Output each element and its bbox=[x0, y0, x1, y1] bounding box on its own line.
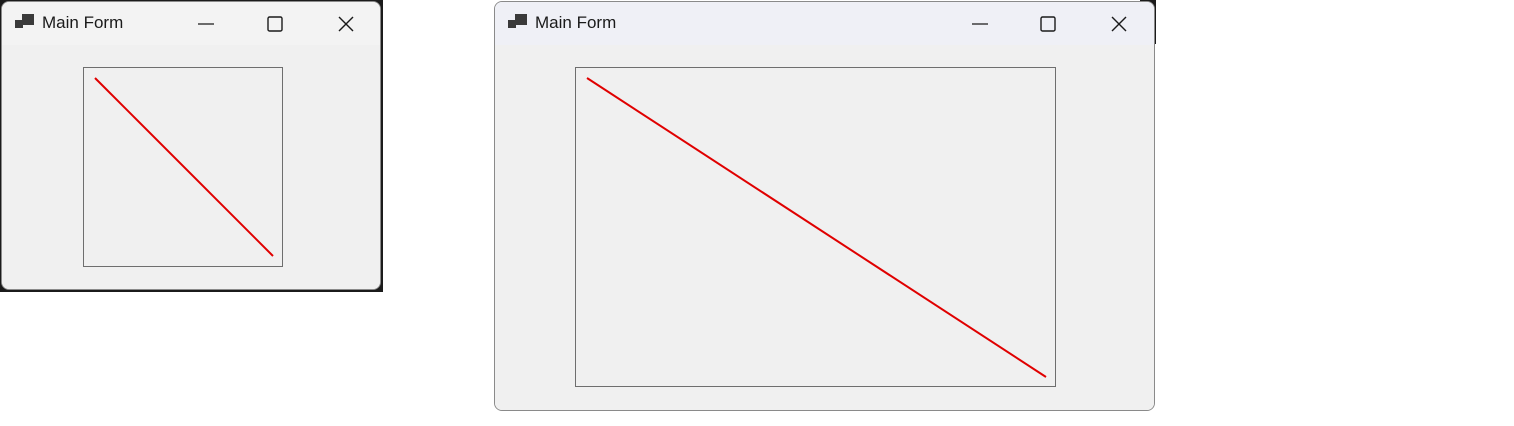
diagonal-line-canvas bbox=[586, 77, 1047, 378]
main-form-window-large[interactable]: Main Form bbox=[494, 1, 1155, 411]
app-windows-icon bbox=[508, 14, 527, 28]
diagonal-red-line bbox=[586, 77, 1047, 378]
diagonal-line-canvas bbox=[94, 77, 274, 257]
maximize-icon bbox=[267, 15, 283, 32]
minimize-button[interactable] bbox=[957, 2, 1003, 45]
drawing-panel bbox=[575, 67, 1056, 387]
app-windows-icon bbox=[15, 14, 34, 28]
window-title: Main Form bbox=[535, 13, 617, 32]
maximize-button[interactable] bbox=[252, 2, 298, 45]
client-area bbox=[495, 45, 1154, 410]
title-bar[interactable]: Main Form bbox=[495, 2, 1154, 45]
minimize-button[interactable] bbox=[183, 2, 229, 45]
drawing-panel bbox=[83, 67, 283, 267]
minimize-icon bbox=[198, 22, 214, 25]
maximize-button[interactable] bbox=[1025, 2, 1071, 45]
close-icon bbox=[338, 16, 354, 31]
close-button[interactable] bbox=[1096, 2, 1142, 45]
client-area bbox=[2, 45, 380, 289]
title-bar[interactable]: Main Form bbox=[2, 2, 380, 45]
maximize-icon bbox=[1040, 15, 1056, 32]
diagonal-red-line bbox=[94, 77, 274, 257]
window-title: Main Form bbox=[42, 13, 124, 32]
close-button[interactable] bbox=[323, 2, 369, 45]
minimize-icon bbox=[972, 22, 988, 25]
main-form-window-small[interactable]: Main Form bbox=[1, 1, 381, 290]
close-icon bbox=[1111, 16, 1127, 31]
